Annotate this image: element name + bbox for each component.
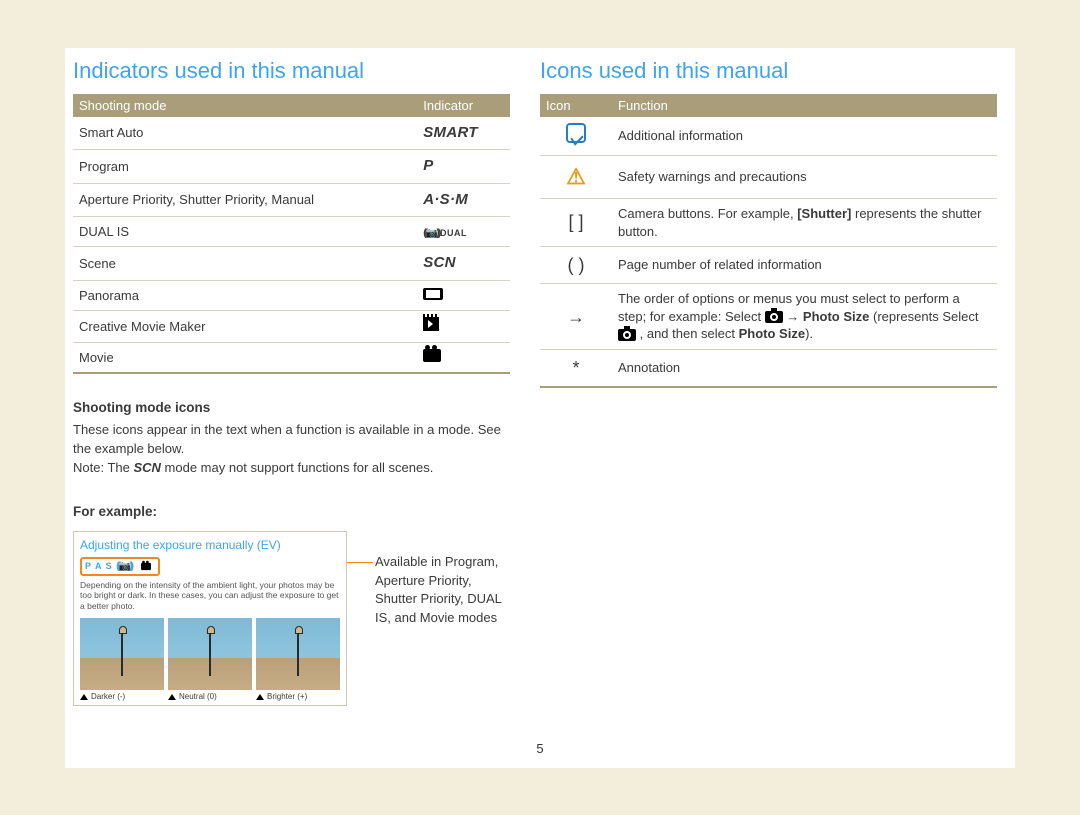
camera-icon [765, 311, 783, 323]
indicator-scn: SCN [423, 254, 456, 271]
indicators-table: Shooting mode Indicator Smart AutoSMART … [73, 94, 510, 374]
para-shooting-mode-icons: These icons appear in the text when a fu… [73, 421, 510, 459]
table-row: Additional information [540, 117, 997, 156]
table-row: Movie [73, 342, 510, 373]
warning-icon: ⚠ [566, 164, 586, 189]
table-row: *Annotation [540, 350, 997, 388]
heading-indicators: Indicators used in this manual [73, 58, 510, 84]
heading-icons: Icons used in this manual [540, 58, 997, 84]
subheading-for-example: For example: [73, 504, 510, 519]
scn-inline-icon: SCN [133, 460, 160, 475]
table-row: Creative Movie Maker [73, 311, 510, 343]
camera-icon [618, 329, 636, 341]
table-row: SceneSCN [73, 247, 510, 280]
table-row: Smart AutoSMART [73, 117, 510, 150]
table-row: Aperture Priority, Shutter Priority, Man… [73, 183, 510, 216]
callout-connector-line [347, 562, 373, 563]
subheading-shooting-mode-icons: Shooting mode icons [73, 400, 510, 415]
th-icon: Icon [540, 94, 612, 117]
right-column: Icons used in this manual Icon Function … [540, 58, 1015, 768]
indicator-p: P [423, 157, 433, 174]
panorama-icon [423, 288, 443, 300]
example-description: Depending on the intensity of the ambien… [80, 580, 340, 612]
example-title: Adjusting the exposure manually (EV) [80, 538, 340, 552]
thumb-darker [80, 618, 164, 690]
table-row: [ ]Camera buttons. For example, [Shutter… [540, 198, 997, 246]
example-icon-row: P A S [80, 557, 160, 576]
th-indicator: Indicator [417, 94, 510, 117]
table-row: ⚠Safety warnings and precautions [540, 156, 997, 199]
brackets-icon: [ ] [540, 198, 612, 246]
example-box: Adjusting the exposure manually (EV) P A… [73, 531, 347, 706]
table-row: DUAL ISDUAL [73, 216, 510, 247]
indicator-smart: SMART [423, 124, 478, 141]
creative-movie-icon [423, 317, 439, 331]
table-row: ProgramP [73, 150, 510, 183]
parentheses-icon: ( ) [540, 247, 612, 284]
arrow-icon: → [540, 284, 612, 350]
movie-icon [423, 349, 441, 362]
table-row: Panorama [73, 280, 510, 311]
manual-page: Indicators used in this manual Shooting … [65, 48, 1015, 768]
table-row: ( )Page number of related information [540, 247, 997, 284]
example-wrap: Adjusting the exposure manually (EV) P A… [73, 525, 510, 706]
example-thumbnails: Darker (-) Neutral (0) Brighter (+) [80, 618, 340, 701]
note-line: Note: The SCN mode may not support funct… [73, 459, 510, 478]
th-function: Function [612, 94, 997, 117]
icons-table: Icon Function Additional information ⚠Sa… [540, 94, 997, 388]
thumb-brighter [256, 618, 340, 690]
indicator-asm: A·S·M [423, 191, 468, 208]
page-number: 5 [65, 741, 1015, 756]
thumb-neutral [168, 618, 252, 690]
left-column: Indicators used in this manual Shooting … [65, 58, 540, 768]
example-callout: Available in Program, Aperture Priority,… [375, 553, 510, 628]
th-shooting-mode: Shooting mode [73, 94, 417, 117]
indicator-dual-icon: DUAL [423, 228, 467, 238]
asterisk-icon: * [540, 350, 612, 388]
table-row: →The order of options or menus you must … [540, 284, 997, 350]
info-icon [566, 123, 586, 143]
